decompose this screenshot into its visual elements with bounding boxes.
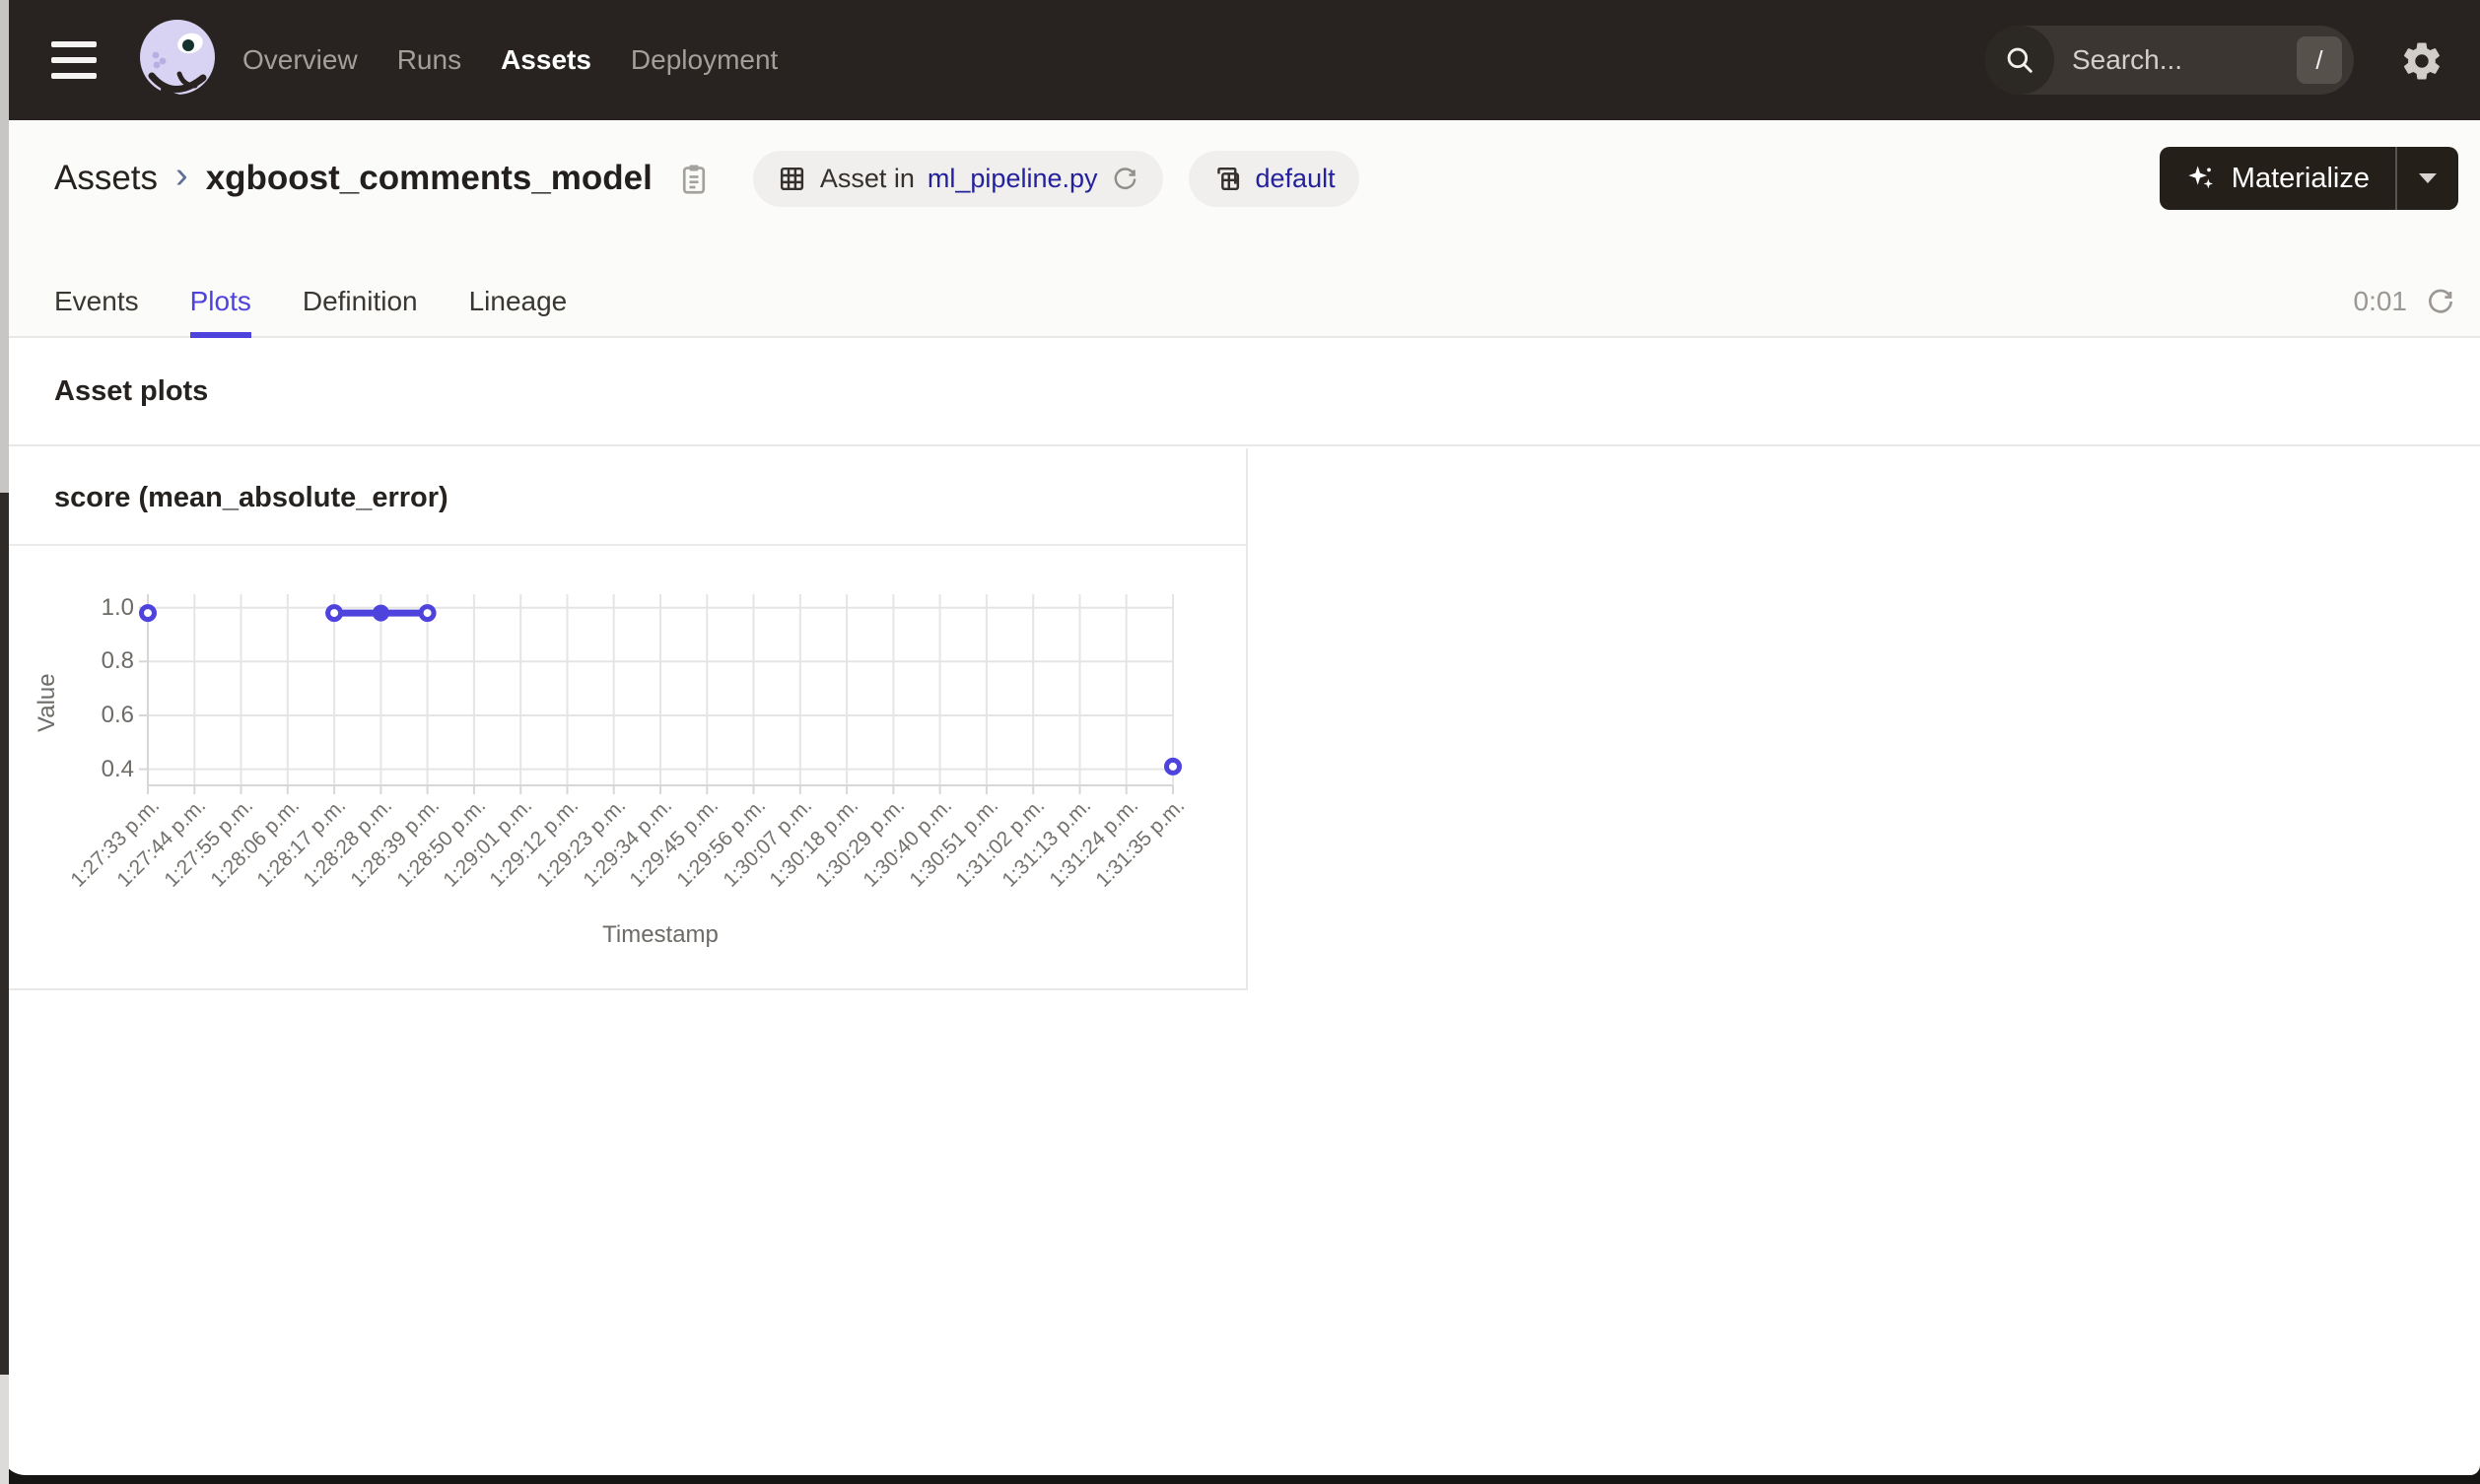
workspace-icon <box>1216 167 1239 190</box>
tab-definition[interactable]: Definition <box>303 264 418 338</box>
data-point[interactable] <box>418 604 437 623</box>
asset-tags: Asset in ml_pipeline.py default <box>752 150 1359 207</box>
desktop-edge-strip <box>0 0 9 1484</box>
mae-line-chart[interactable]: Value Timestamp 1:27:33 p.m. 1:27:44 p.m.… <box>0 547 1246 988</box>
sparkles-icon <box>2188 166 2213 189</box>
search-icon <box>1985 26 2054 95</box>
code-location-link[interactable]: ml_pipeline.py <box>928 164 1098 194</box>
data-point[interactable] <box>139 604 157 623</box>
refresh-status: 0:01 <box>2354 286 2457 317</box>
data-point[interactable] <box>372 604 389 622</box>
top-nav: Overview Runs Assets Deployment Search..… <box>0 0 2480 120</box>
tabs-row: Events Plots Definition Lineage 0:01 <box>54 264 2456 338</box>
definitions-link[interactable]: default <box>1256 164 1336 194</box>
data-point[interactable] <box>1164 757 1182 776</box>
definitions-tag: default <box>1188 150 1359 207</box>
primary-nav: Overview Runs Assets Deployment <box>242 0 778 120</box>
nav-runs[interactable]: Runs <box>397 44 461 76</box>
materialize-label: Materialize <box>2231 162 2370 194</box>
refresh-icon[interactable] <box>2425 286 2456 317</box>
code-location-tag: Asset in ml_pipeline.py <box>752 150 1163 207</box>
code-location-prefix: Asset in <box>819 163 915 193</box>
menu-icon[interactable] <box>51 41 97 79</box>
page-title: xgboost_comments_model <box>205 159 653 197</box>
materialize-button[interactable]: Materialize <box>2160 147 2395 210</box>
tab-plots[interactable]: Plots <box>189 264 252 338</box>
search-input[interactable]: Search... / <box>1985 26 2354 95</box>
x-axis-title: Timestamp <box>602 921 719 948</box>
app-window: Overview Runs Assets Deployment Search..… <box>0 0 2480 1475</box>
chart-title: score (mean_absolute_error) <box>54 482 448 513</box>
y-axis-tick-label: 0.4 <box>101 755 134 782</box>
nav-deployment[interactable]: Deployment <box>631 44 778 76</box>
tab-lineage[interactable]: Lineage <box>469 264 568 338</box>
dagster-logo[interactable] <box>128 11 227 109</box>
settings-gear-icon[interactable] <box>2399 38 2445 84</box>
materialize-dropdown-button[interactable] <box>2397 147 2458 210</box>
breadcrumb-separator: › <box>175 155 188 196</box>
refresh-timer: 0:01 <box>2353 285 2408 316</box>
search-placeholder: Search... <box>2072 44 2183 75</box>
chevron-down-icon <box>2419 173 2437 183</box>
section-header: Asset plots <box>0 338 2480 446</box>
y-axis-tick-label: 0.8 <box>101 647 134 675</box>
search-shortcut-badge: / <box>2297 36 2342 84</box>
card-divider <box>0 544 1246 546</box>
asset-page-header: Assets › xgboost_comments_model Asset in… <box>0 120 2480 338</box>
breadcrumb-row: Assets › xgboost_comments_model Asset in… <box>54 146 2458 211</box>
y-axis-tick-label: 0.6 <box>101 701 134 728</box>
tab-events[interactable]: Events <box>54 264 139 338</box>
asset-tabs: Events Plots Definition Lineage <box>54 264 567 338</box>
chart-card: score (mean_absolute_error) Value Timest… <box>0 448 1248 990</box>
y-axis-tick-label: 1.0 <box>101 593 134 621</box>
nav-assets[interactable]: Assets <box>501 44 591 76</box>
data-point[interactable] <box>325 604 344 623</box>
section-title: Asset plots <box>54 374 209 407</box>
materialize-button-group: Materialize <box>2159 147 2458 210</box>
nav-overview[interactable]: Overview <box>242 44 358 76</box>
table-grid-icon <box>780 167 803 190</box>
reload-location-icon[interactable] <box>1111 165 1139 193</box>
copy-asset-name-icon[interactable] <box>676 159 712 198</box>
breadcrumb-assets-link[interactable]: Assets <box>54 159 158 198</box>
